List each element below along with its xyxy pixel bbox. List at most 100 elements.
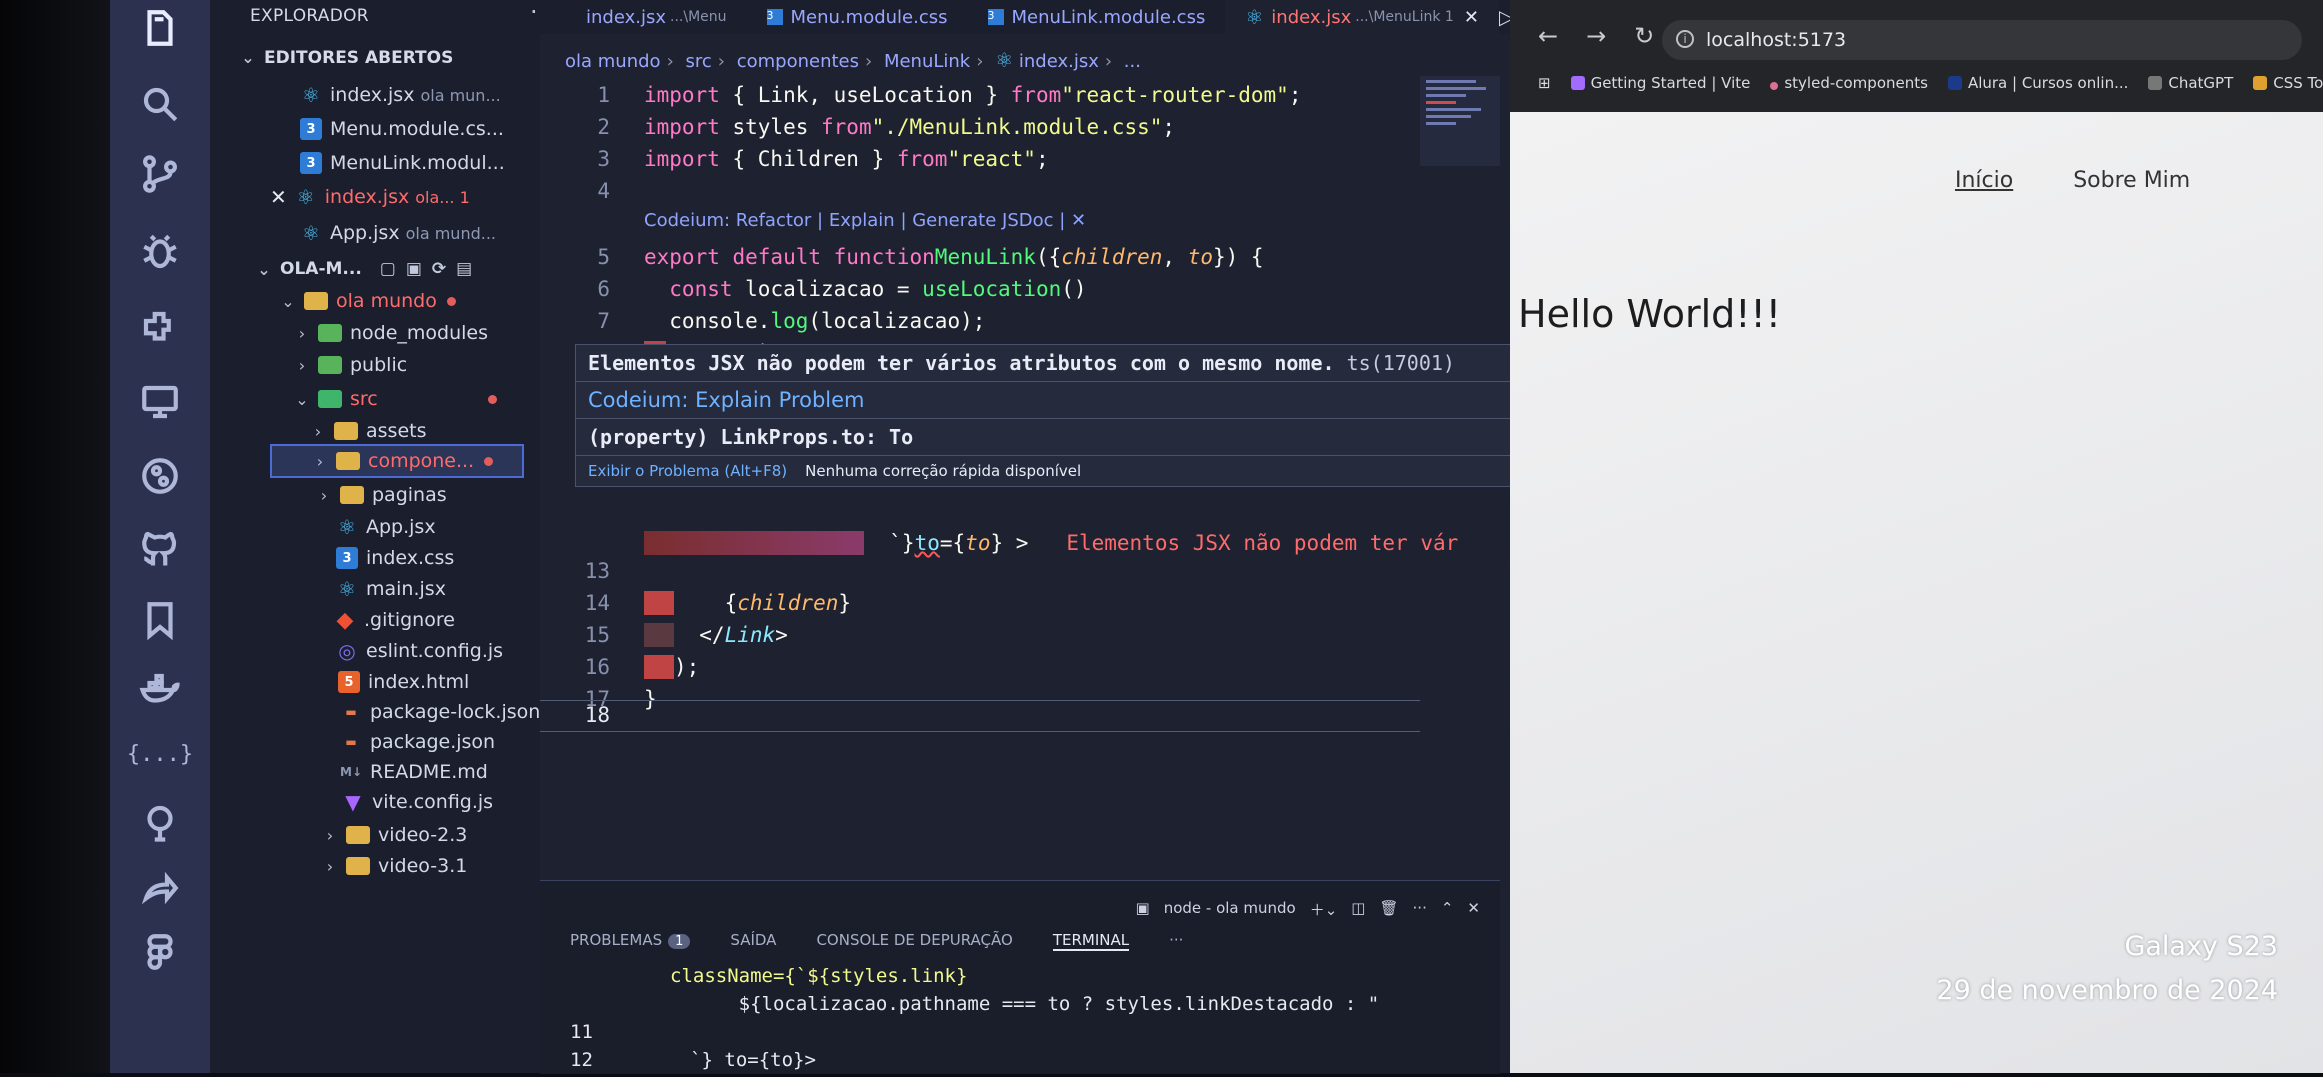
tree-file[interactable]: ⚛ main.jsx xyxy=(336,574,446,604)
terminal-icon: ▣ xyxy=(1135,899,1150,917)
address-bar[interactable]: i localhost:5173 xyxy=(1662,20,2302,60)
live-share-icon[interactable] xyxy=(134,862,186,914)
css-icon: 3 xyxy=(987,9,1004,25)
react-icon: ⚛ xyxy=(302,83,320,107)
tree-folder[interactable]: › public xyxy=(294,350,407,380)
code-line: 16); xyxy=(584,655,700,679)
react-icon: ⚛ xyxy=(1245,5,1264,29)
tab-index-menulink[interactable]: ⚛ index.jsx ...\MenuLink 1 ✕ xyxy=(1225,0,1499,34)
tab-problems[interactable]: PROBLEMAS 1 xyxy=(570,931,691,951)
bookmark-item[interactable]: Alura | Cursos onlin... xyxy=(1947,74,2128,92)
code-editor[interactable]: 1 import { Link, useLocation } from "reac… xyxy=(540,80,1458,900)
terminal-name[interactable]: node - ola mundo xyxy=(1164,899,1296,920)
tab-menu-module-css[interactable]: 3 Menu.module.css xyxy=(747,0,968,34)
close-panel-icon[interactable]: ✕ xyxy=(1467,899,1480,920)
tree-file[interactable]: ⚛ App.jsx xyxy=(336,512,436,542)
tree-file[interactable]: M↓ README.md xyxy=(340,757,488,787)
json-icon: ▬ xyxy=(345,735,357,749)
git-graph-icon[interactable] xyxy=(134,450,186,502)
tree-file[interactable]: 3 index.css xyxy=(336,543,454,573)
tab-menulink-module-css[interactable]: 3 MenuLink.module.css xyxy=(968,0,1226,34)
github-icon[interactable] xyxy=(134,522,186,574)
tree-file[interactable]: ▬ package-lock.json xyxy=(340,697,540,727)
apps-icon[interactable]: ⊞ xyxy=(1538,74,1551,92)
site-info-icon[interactable]: i xyxy=(1676,30,1694,48)
tree-folder-selected[interactable]: › compone... xyxy=(270,444,524,478)
terminal-output[interactable]: className={`${styles.link} ${localizacao… xyxy=(570,965,1379,1077)
nav-link-inicio[interactable]: Início xyxy=(1955,168,2013,193)
maximize-panel-icon[interactable]: ⌃ xyxy=(1441,899,1454,920)
tab-output[interactable]: SAÍDA xyxy=(730,931,776,951)
nav-link-sobre-mim[interactable]: Sobre Mim xyxy=(2073,168,2190,193)
tree-folder[interactable]: › video-3.1 xyxy=(322,851,468,881)
tree-folder[interactable]: › node_modules xyxy=(294,318,488,348)
source-control-icon[interactable] xyxy=(134,148,186,200)
more-icon[interactable]: ··· xyxy=(1413,899,1427,920)
breadcrumb-item[interactable]: MenuLink xyxy=(884,51,970,72)
tree-icon[interactable] xyxy=(134,796,186,848)
breadcrumb-item[interactable]: index.jsx xyxy=(1019,51,1099,72)
panel-more-icon[interactable]: ··· xyxy=(1169,931,1183,951)
hover-actions: Exibir o Problema (Alt+F8) Nenhuma corre… xyxy=(576,456,1521,486)
explorer-icon[interactable] xyxy=(134,2,186,54)
tab-debug-console[interactable]: CONSOLE DE DEPURAÇÃO xyxy=(816,931,1012,951)
json-tools-icon[interactable]: {...} xyxy=(127,728,193,780)
codeium-lens[interactable]: Codeium: Refactor | Explain | Generate J… xyxy=(644,210,1086,231)
open-editor-item[interactable]: 3 Menu.module.cs... xyxy=(300,114,504,144)
open-editor-item[interactable]: 3 MenuLink.modul... xyxy=(300,148,505,178)
extensions-icon[interactable] xyxy=(134,302,186,354)
folder-icon xyxy=(304,292,328,310)
hover-property-signature: (property) LinkProps.to: To xyxy=(576,419,1521,456)
docker-icon[interactable] xyxy=(134,664,186,716)
breadcrumb-item[interactable]: src xyxy=(686,51,712,72)
codeium-explain-problem-link[interactable]: Codeium: Explain Problem xyxy=(576,382,1521,419)
view-problem-link[interactable]: Exibir o Problema (Alt+F8) xyxy=(588,462,787,480)
close-tab-icon[interactable]: ✕ xyxy=(1464,7,1479,28)
tree-folder-root[interactable]: ⌄ ola mundo xyxy=(280,286,456,316)
terminal-line: ${localizacao.pathname === to ? styles.l… xyxy=(670,993,1380,1015)
tab-index-menu[interactable]: index.jsx ...\Menu xyxy=(540,0,747,34)
open-editors-header[interactable]: ⌄ EDITORES ABERTOS xyxy=(240,48,453,68)
breadcrumb-item[interactable]: ola mundo xyxy=(565,51,661,72)
tree-file[interactable]: ◎ eslint.config.js xyxy=(336,636,503,666)
breadcrumb-item[interactable]: componentes xyxy=(737,51,859,72)
bookmark-item[interactable]: CSS Tools: Reset CSS xyxy=(2253,74,2323,92)
explorer-actions[interactable]: ▢▣⟳▤ xyxy=(380,259,482,279)
minimap[interactable] xyxy=(1420,76,1500,166)
reload-icon[interactable]: ↻ xyxy=(1634,22,1654,50)
tree-folder[interactable]: › paginas xyxy=(316,480,447,510)
react-icon: ⚛ xyxy=(338,577,356,601)
tab-terminal[interactable]: TERMINAL xyxy=(1052,931,1130,951)
forward-icon[interactable]: → xyxy=(1586,22,1606,50)
open-editor-item[interactable]: ⚛ App.jsx ola mund... xyxy=(300,218,496,248)
figma-icon[interactable] xyxy=(134,926,186,978)
tree-file[interactable]: ▼ vite.config.js xyxy=(342,787,493,817)
url-text: localhost:5173 xyxy=(1706,29,1847,51)
tree-file[interactable]: 5 index.html xyxy=(338,667,469,697)
open-editor-item[interactable]: ⚛ index.jsx ola mun... xyxy=(300,80,501,110)
remote-explorer-icon[interactable] xyxy=(134,376,186,428)
split-terminal-icon[interactable]: ◫ xyxy=(1351,899,1365,920)
code-line: 18 xyxy=(584,703,610,727)
bookmark-item[interactable]: styled-components xyxy=(1770,74,1928,92)
tree-folder[interactable]: › assets xyxy=(310,416,427,446)
back-icon[interactable]: ← xyxy=(1538,22,1558,50)
bookmark-item[interactable]: ChatGPT xyxy=(2148,74,2233,92)
vite-icon: ▼ xyxy=(345,790,361,814)
project-header[interactable]: ⌄ OLA-M... ▢▣⟳▤ xyxy=(256,254,482,284)
breadcrumb-item[interactable]: ... xyxy=(1124,51,1141,72)
search-icon[interactable] xyxy=(134,78,186,130)
open-editor-item-active[interactable]: ✕ ⚛ index.jsx ola... 1 xyxy=(270,182,470,212)
tree-file[interactable]: ◆ .gitignore xyxy=(334,605,455,635)
new-terminal-icon[interactable]: ＋⌄ xyxy=(1310,899,1338,920)
trash-icon[interactable]: 🗑 xyxy=(1379,899,1398,920)
tree-folder[interactable]: › video-2.3 xyxy=(322,820,468,850)
close-icon[interactable]: ✕ xyxy=(270,185,287,209)
bookmarks-icon[interactable] xyxy=(134,594,186,646)
tree-file[interactable]: ▬ package.json xyxy=(340,727,495,757)
breadcrumb: ola mundo › src › componentes › MenuLink › ⚛… xyxy=(565,48,1141,72)
bookmark-item[interactable]: Getting Started | Vite xyxy=(1570,74,1750,92)
tree-folder-src[interactable]: ⌄ src xyxy=(294,384,497,414)
terminal-line: className={`${styles.link} xyxy=(670,965,968,987)
debug-icon[interactable] xyxy=(134,226,186,278)
